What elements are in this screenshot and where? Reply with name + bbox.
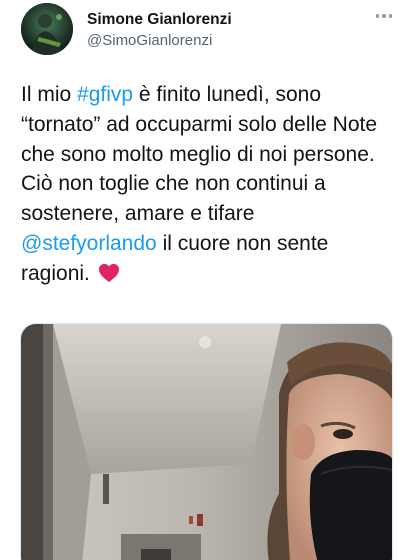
tweet-line: “tornato” ad occuparmi solo delle Note bbox=[21, 112, 378, 136]
tweet-line: Ciò non toglie che non continui a bbox=[21, 172, 326, 196]
dot bbox=[382, 14, 386, 18]
text-segment: Il mio bbox=[21, 83, 78, 106]
hashtag-link[interactable]: #gfivp bbox=[77, 83, 133, 106]
tweet-line: sostenere, amare e tifare bbox=[21, 202, 255, 226]
author-handle[interactable]: @SimoGianlorenzi bbox=[87, 32, 212, 49]
tweet-text: Il mio #gfivp è finito lunedì, sono “tor… bbox=[21, 80, 406, 289]
tweet-media-photo[interactable] bbox=[20, 323, 393, 560]
tweet-line: @stefyorlando il cuore non sente bbox=[21, 229, 406, 259]
dot bbox=[375, 14, 380, 18]
text-segment: è finito lunedì, sono bbox=[133, 83, 322, 106]
tweet-line: Il mio #gfivp è finito lunedì, sono bbox=[21, 80, 406, 110]
photo-selfie-with-mask-icon bbox=[21, 324, 392, 560]
tweet-line: che sono molto meglio di noi persone. bbox=[21, 142, 375, 166]
dot bbox=[388, 14, 393, 18]
tweet-card: Simone Gianlorenzi @SimoGianlorenzi Il m… bbox=[0, 0, 413, 560]
text-segment: ragioni. bbox=[21, 261, 96, 285]
text-segment: il cuore non sente bbox=[156, 231, 329, 255]
mention-link[interactable]: @stefyorlando bbox=[21, 232, 157, 255]
profile-photo-icon bbox=[21, 3, 73, 55]
tweet-line: ragioni. bbox=[21, 259, 406, 289]
author-avatar[interactable] bbox=[21, 3, 73, 55]
author-name[interactable]: Simone Gianlorenzi bbox=[87, 11, 232, 29]
more-options-icon[interactable] bbox=[372, 8, 396, 24]
red-heart-icon bbox=[98, 263, 119, 282]
